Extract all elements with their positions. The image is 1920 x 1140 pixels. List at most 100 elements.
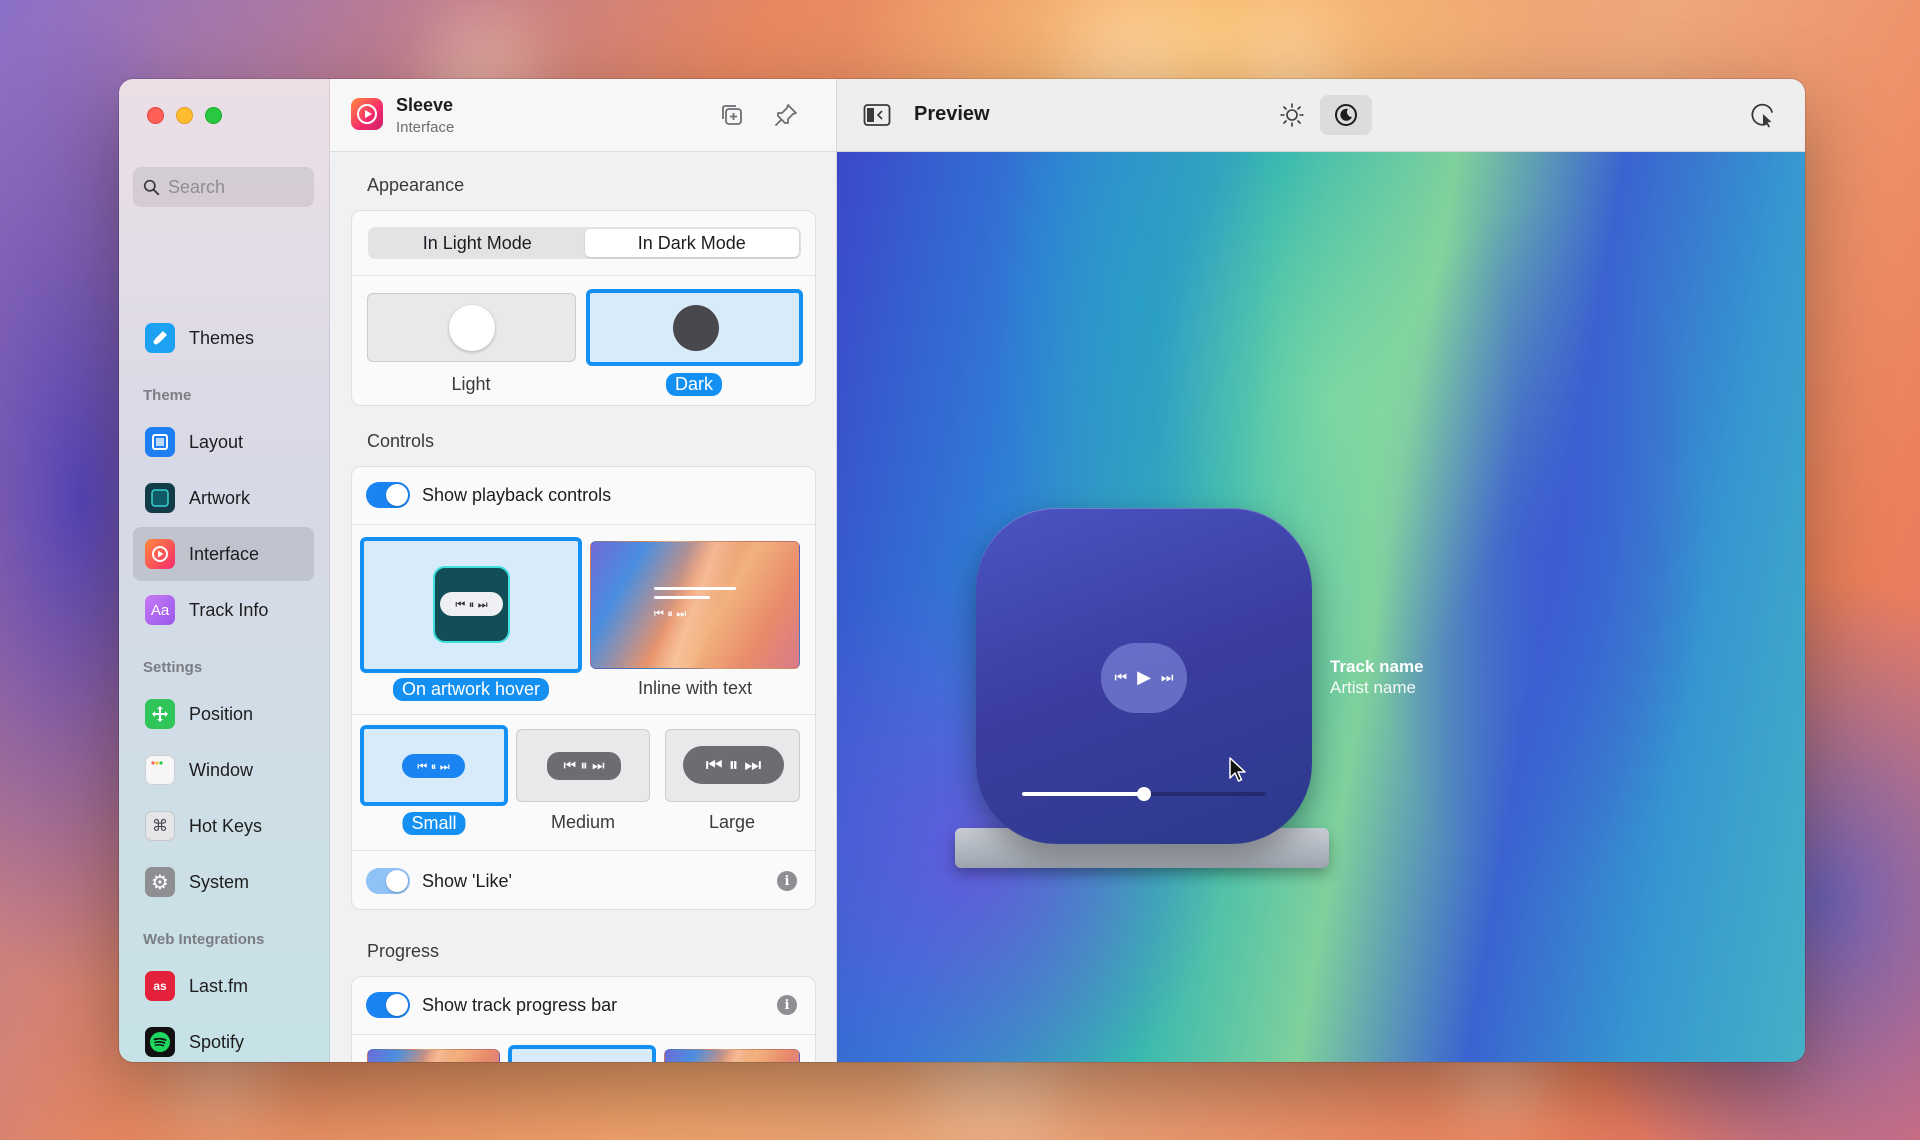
sidebar-item-label: Themes (189, 327, 255, 348)
pin-button[interactable] (770, 99, 802, 131)
minimize-window-button[interactable] (176, 107, 193, 124)
mode-segmented-control: In Light Mode In Dark Mode (368, 227, 801, 259)
track-progress-knob[interactable] (1137, 787, 1151, 801)
size-option-large[interactable]: ⏮ ⏸ ⏭ (665, 729, 800, 802)
sidebar-item-layout[interactable]: Layout (133, 415, 314, 469)
sidebar-item-label: Position (189, 703, 254, 724)
option-label-large: Large (708, 812, 756, 832)
app-window: Themes Theme Layout Artwork Interface Aa… (119, 79, 1805, 1062)
search-input[interactable] (168, 176, 298, 198)
next-track-icon[interactable]: ⏭ (1161, 671, 1174, 685)
option-label-dark: Dark (665, 373, 723, 396)
segment-dark-mode[interactable]: In Dark Mode (584, 229, 799, 257)
sidebar-item-label: System (189, 871, 250, 892)
appearance-option-light[interactable] (367, 293, 576, 362)
show-playback-label: Show playback controls (422, 484, 612, 505)
close-window-button[interactable] (147, 107, 164, 124)
dark-preview-button[interactable] (1320, 95, 1372, 135)
zoom-window-button[interactable] (205, 107, 222, 124)
mini-player-artwork[interactable]: ⏮ ▶ ⏭ (976, 508, 1312, 844)
window-controls (147, 107, 222, 124)
spotify-icon (145, 1027, 175, 1057)
show-playback-row: Show playback controls (352, 467, 815, 523)
divider (352, 850, 815, 851)
mini-controls: ⏮ ⏸ ⏭ (440, 592, 503, 616)
cursor-refresh-icon (1751, 103, 1773, 128)
sidebar-item-label: Layout (189, 431, 244, 452)
move-arrows-icon (145, 699, 175, 729)
show-playback-toggle[interactable] (366, 482, 410, 508)
toggle-sidebar-button[interactable] (863, 103, 891, 127)
playback-controls: ⏮ ▶ ⏭ (1101, 643, 1187, 713)
progress-heading: Progress (367, 941, 440, 961)
sidebar-item-label: Artwork (189, 487, 251, 508)
panel-header: Sleeve Interface (330, 79, 836, 152)
sidebar-item-spotify[interactable]: Spotify (133, 1015, 314, 1062)
app-title: Sleeve (396, 95, 454, 115)
divider (352, 714, 815, 715)
sidebar-item-label: Track Info (189, 599, 269, 620)
sidebar: Themes Theme Layout Artwork Interface Aa… (119, 79, 330, 1062)
appearance-heading: Appearance (367, 175, 465, 195)
divider (352, 275, 815, 276)
light-preview-button[interactable] (1266, 95, 1318, 135)
interactive-cursor-button[interactable] (1749, 101, 1777, 129)
command-key-icon: ⌘ (145, 811, 175, 841)
duplicate-button[interactable] (716, 99, 748, 131)
text-aa-icon: Aa (145, 595, 175, 625)
sidebar-item-label: Last.fm (189, 975, 249, 996)
sidebar-item-label: Interface (189, 543, 260, 564)
settings-panel: Sleeve Interface Appearance In Light Mod… (330, 79, 837, 1062)
progress-option-1[interactable] (367, 1049, 500, 1062)
show-like-label: Show 'Like' (422, 870, 512, 891)
duplicate-icon (722, 105, 742, 125)
sidebar-item-window[interactable]: Window (133, 743, 314, 797)
layout-icon (145, 427, 175, 457)
sidebar-item-system[interactable]: ⚙ System (133, 855, 314, 909)
text-line (654, 596, 710, 599)
sidebar-item-themes[interactable]: Themes (133, 311, 314, 365)
sidebar-toggle-icon (863, 104, 891, 126)
option-label-small: Small (402, 812, 466, 835)
sidebar-item-track-info[interactable]: Aa Track Info (133, 583, 314, 637)
previous-track-icon[interactable]: ⏮ (1114, 671, 1127, 685)
progress-option-2[interactable] (508, 1045, 656, 1062)
search-field[interactable] (133, 167, 314, 207)
sidebar-item-hot-keys[interactable]: ⌘ Hot Keys (133, 799, 314, 853)
appearance-option-dark[interactable] (586, 289, 803, 366)
option-label-inline-text: Inline with text (637, 678, 753, 698)
sidebar-item-interface[interactable]: Interface (133, 527, 314, 581)
track-progress-bar[interactable] (1022, 787, 1266, 801)
show-progress-toggle[interactable] (366, 992, 410, 1018)
segment-light-mode[interactable]: In Light Mode (370, 229, 585, 257)
dark-swatch (673, 305, 719, 351)
sidebar-item-artwork[interactable]: Artwork (133, 471, 314, 525)
large-controls-preview: ⏮ ⏸ ⏭ (683, 746, 784, 784)
progress-option-3[interactable] (664, 1049, 800, 1062)
info-icon[interactable]: i (777, 995, 797, 1015)
light-swatch (449, 305, 495, 351)
paintbrush-icon (145, 323, 175, 353)
track-name: Track name (1330, 657, 1424, 676)
artwork-thumb: ⏮ ⏸ ⏭ (433, 566, 510, 643)
sidebar-item-label: Hot Keys (189, 815, 263, 836)
divider (352, 524, 815, 525)
mouse-pointer-icon (1229, 757, 1246, 782)
size-option-medium[interactable]: ⏮ ⏸ ⏭ (516, 729, 650, 802)
section-label-theme: Theme (143, 387, 192, 404)
gear-icon: ⚙ (145, 867, 175, 897)
placement-option-inline-text[interactable]: ⏮ ⏸ ⏭ (590, 541, 800, 669)
sidebar-item-position[interactable]: Position (133, 687, 314, 741)
size-option-small[interactable]: ⏮ ⏸ ⏭ (360, 725, 508, 806)
medium-controls-preview: ⏮ ⏸ ⏭ (547, 752, 621, 780)
small-controls-preview: ⏮ ⏸ ⏭ (402, 754, 465, 778)
pin-icon (775, 104, 797, 126)
placement-option-artwork-hover[interactable]: ⏮ ⏸ ⏭ (360, 537, 582, 673)
info-icon[interactable]: i (777, 871, 797, 891)
sidebar-item-lastfm[interactable]: as Last.fm (133, 959, 314, 1013)
play-icon[interactable]: ▶ (1137, 669, 1151, 687)
search-icon (143, 179, 160, 195)
show-like-toggle[interactable] (366, 868, 410, 894)
text-line (654, 587, 736, 590)
interface-icon (145, 539, 175, 569)
